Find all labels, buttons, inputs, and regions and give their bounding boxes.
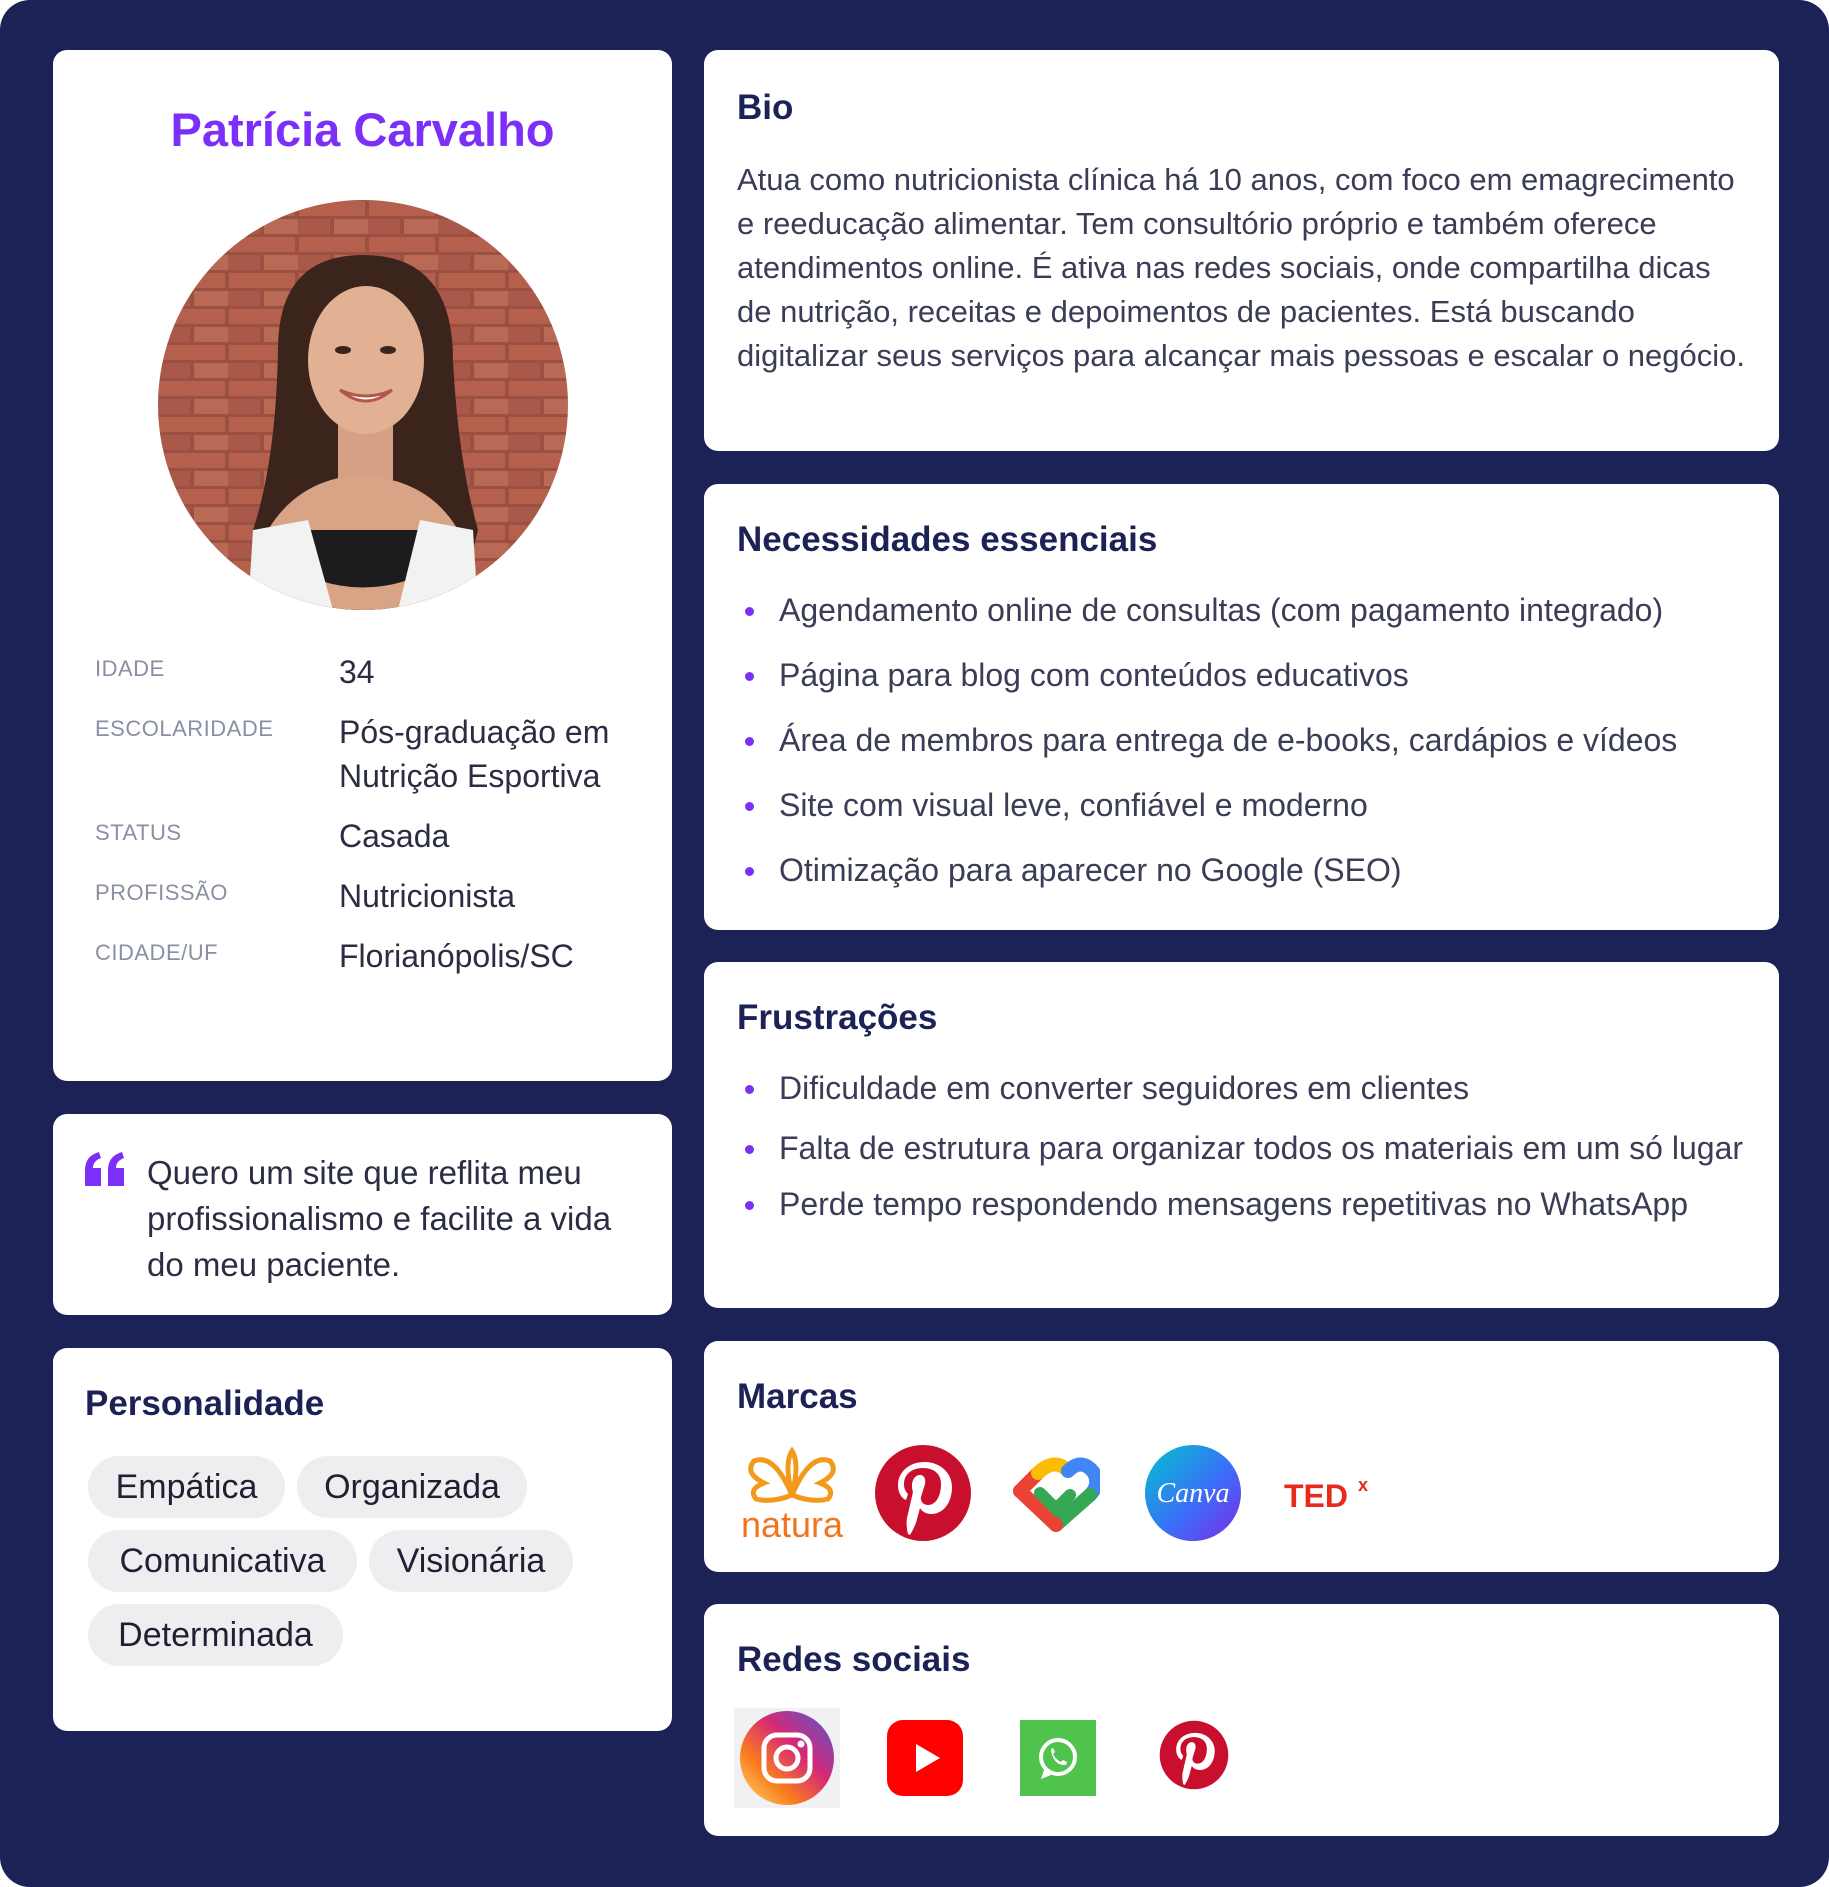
canva-wordmark: Canva [1156,1478,1229,1509]
age-label: IDADE [95,656,165,681]
quote-text: Quero um site que reflita meu profission… [147,1154,612,1283]
persona-board: Patrícia Carvalho IDADE 34 ESCOLARIDADE … [0,0,1829,1887]
youtube-icon[interactable] [887,1720,963,1796]
natura-logo: natura [741,1446,844,1541]
frustrations-title: Frustrações [737,998,938,1037]
list-item: Agendamento online de consultas (com pag… [737,588,1757,632]
needs-title: Necessidades essenciais [737,520,1158,559]
tedx-logo: TED x [1284,1475,1368,1514]
brands-title: Marcas [737,1377,858,1416]
profile-card: Patrícia Carvalho IDADE 34 ESCOLARIDADE … [53,50,672,1081]
list-item: Página para blog com conteúdos educativo… [737,653,1757,697]
education-label: ESCOLARIDADE [95,716,274,741]
frustrations-card: Frustrações Dificuldade em converter seg… [704,962,1779,1308]
trait-chip: Comunicativa [88,1530,357,1592]
trait-chip: Visionária [369,1530,573,1592]
city-value: Florianópolis/SC [339,938,574,974]
quote-card: Quero um site que reflita meu profission… [53,1114,672,1315]
brands-card: Marcas natura Canva TED x [704,1341,1779,1572]
list-item: Perde tempo respondendo mensagens repeti… [737,1182,1757,1226]
profession-label: PROFISSÃO [95,880,228,905]
instagram-icon[interactable] [734,1708,840,1808]
trait-chip: Determinada [88,1604,343,1666]
list-item: Dificuldade em converter seguidores em c… [737,1066,1757,1110]
whatsapp-icon[interactable] [1020,1720,1096,1796]
bio-card: Bio Atua como nutricionista clínica há 1… [704,50,1779,451]
natura-wordmark: natura [741,1504,844,1541]
status-label: STATUS [95,820,182,845]
trait-chip: Organizada [297,1456,527,1518]
socials-title: Redes sociais [737,1640,971,1679]
tedx-superscript: x [1358,1475,1368,1495]
personality-card: Personalidade Empática Organizada Comuni… [53,1348,672,1731]
bio-title: Bio [737,88,794,127]
socials-card: Redes sociais [704,1604,1779,1836]
persona-name: Patrícia Carvalho [170,103,555,156]
frustrations-list: Dificuldade em converter seguidores em c… [737,1066,1757,1226]
tedx-wordmark: TED [1284,1478,1348,1514]
list-item: Otimização para aparecer no Google (SEO) [737,848,1757,892]
pinterest-logo [875,1445,971,1541]
profession-value: Nutricionista [339,878,516,914]
quote-icon [85,1152,124,1186]
education-value: Pós-graduação em Nutrição Esportiva [339,714,610,794]
pinterest-icon[interactable] [1159,1720,1229,1790]
list-item: Área de membros para entrega de e-books,… [737,718,1757,762]
list-item: Site com visual leve, confiável e modern… [737,783,1757,827]
avatar [158,200,568,610]
age-value: 34 [339,654,375,690]
trait-chip: Empática [88,1456,285,1518]
needs-card: Necessidades essenciais Agendamento onli… [704,484,1779,930]
list-item: Falta de estrutura para organizar todos … [737,1126,1757,1170]
bio-text: Atua como nutricionista clínica há 10 an… [737,162,1745,373]
city-label: CIDADE/UF [95,940,219,965]
canva-logo: Canva [1145,1445,1241,1541]
personality-title: Personalidade [85,1384,325,1423]
avatar-photo [158,200,568,610]
google-fit-logo [1013,1457,1100,1532]
needs-list: Agendamento online de consultas (com pag… [737,588,1757,892]
status-value: Casada [339,818,450,854]
